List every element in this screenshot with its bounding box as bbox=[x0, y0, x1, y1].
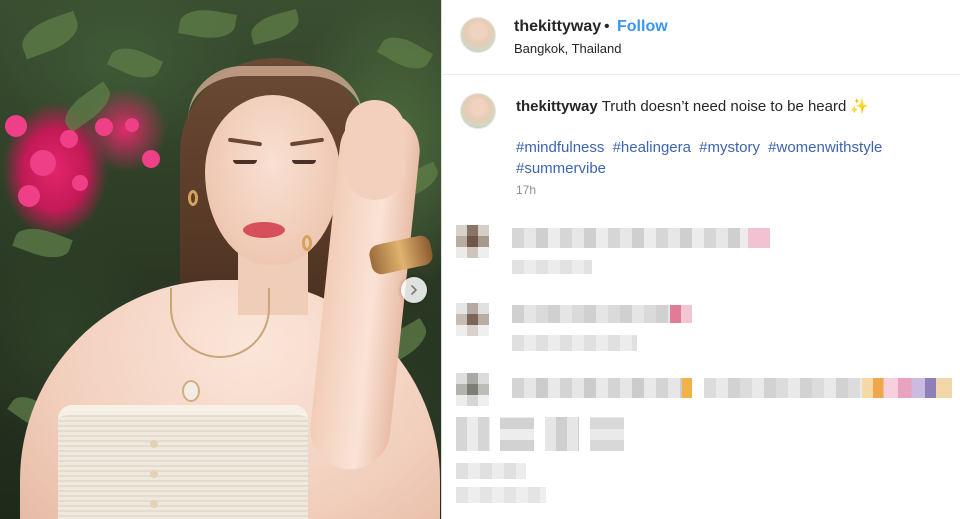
foliage-leaf bbox=[177, 5, 238, 43]
sparkles-icon: ✨ bbox=[850, 98, 870, 115]
comment-emoji-blurred bbox=[862, 378, 952, 398]
flower bbox=[95, 118, 113, 136]
post-photo[interactable] bbox=[0, 0, 441, 519]
comment-emoji-blurred bbox=[748, 228, 770, 248]
comment-text-blurred bbox=[512, 228, 752, 248]
comment-text-blurred bbox=[704, 378, 864, 398]
earring bbox=[302, 235, 312, 251]
comment-text-blurred bbox=[512, 378, 687, 398]
eye bbox=[292, 160, 316, 164]
caption: thekittyway Truth doesn’t need noise to b… bbox=[442, 75, 960, 205]
flower bbox=[60, 130, 78, 148]
hashtag-link[interactable]: #summervibe bbox=[516, 160, 606, 177]
comment-meta-blurred bbox=[456, 463, 526, 479]
hashtag-link[interactable]: #healingera bbox=[613, 139, 691, 156]
foliage-leaf bbox=[12, 221, 73, 265]
white-top bbox=[58, 405, 308, 519]
caption-text: Truth doesn’t need noise to be heard bbox=[601, 98, 847, 115]
flower bbox=[5, 115, 27, 137]
hashtag-link[interactable]: #womenwithstyle bbox=[768, 139, 882, 156]
hand bbox=[345, 100, 405, 200]
comment-emoji-blurred bbox=[682, 378, 692, 398]
comment-meta-blurred bbox=[512, 335, 637, 351]
comment-text-blurred bbox=[545, 417, 579, 451]
lips bbox=[243, 222, 285, 238]
foliage-leaf bbox=[106, 40, 164, 86]
comment-meta-blurred bbox=[456, 487, 546, 503]
flower bbox=[125, 118, 139, 132]
caption-line: thekittyway Truth doesn’t need noise to b… bbox=[516, 97, 869, 115]
comment-text-blurred bbox=[590, 417, 624, 451]
post-header: thekittyway • Follow Bangkok, Thailand bbox=[442, 0, 960, 75]
carousel-next-button[interactable] bbox=[401, 277, 427, 303]
comment-avatar-blurred[interactable] bbox=[456, 373, 490, 407]
eye bbox=[233, 160, 257, 164]
top-bead bbox=[150, 440, 158, 448]
top-bead bbox=[150, 470, 158, 478]
comment-emoji-blurred bbox=[670, 305, 692, 323]
flower bbox=[142, 150, 160, 168]
comment-avatar-blurred[interactable] bbox=[456, 303, 490, 337]
hashtag-link[interactable]: #mindfulness bbox=[516, 139, 604, 156]
comment-text-blurred bbox=[500, 417, 534, 451]
separator-dot: • bbox=[604, 18, 610, 35]
caption-username-link[interactable]: thekittyway bbox=[516, 98, 598, 115]
flower bbox=[30, 150, 56, 176]
top-bead bbox=[150, 500, 158, 508]
comments-section bbox=[442, 205, 960, 519]
username-link[interactable]: thekittyway bbox=[514, 18, 601, 36]
post-timestamp[interactable]: 17h bbox=[516, 183, 536, 197]
pendant bbox=[182, 380, 200, 402]
comment-text-blurred bbox=[456, 417, 490, 451]
chevron-right-icon bbox=[411, 285, 417, 295]
comment-text-blurred bbox=[512, 305, 672, 323]
comment-meta-blurred bbox=[512, 260, 592, 274]
flower bbox=[18, 185, 40, 207]
avatar[interactable] bbox=[460, 17, 496, 53]
earring bbox=[188, 190, 198, 206]
caption-avatar[interactable] bbox=[460, 93, 496, 129]
hashtag-link[interactable]: #mystory bbox=[699, 139, 760, 156]
flower bbox=[72, 175, 88, 191]
comment-avatar-blurred[interactable] bbox=[456, 225, 490, 259]
foliage-leaf bbox=[247, 8, 303, 46]
location-link[interactable]: Bangkok, Thailand bbox=[514, 41, 621, 56]
foliage-leaf bbox=[16, 10, 84, 60]
follow-button[interactable]: Follow bbox=[617, 18, 668, 36]
foliage-leaf bbox=[376, 29, 434, 77]
hashtag-list: #mindfulness #healingera #mystory #women… bbox=[516, 137, 936, 179]
